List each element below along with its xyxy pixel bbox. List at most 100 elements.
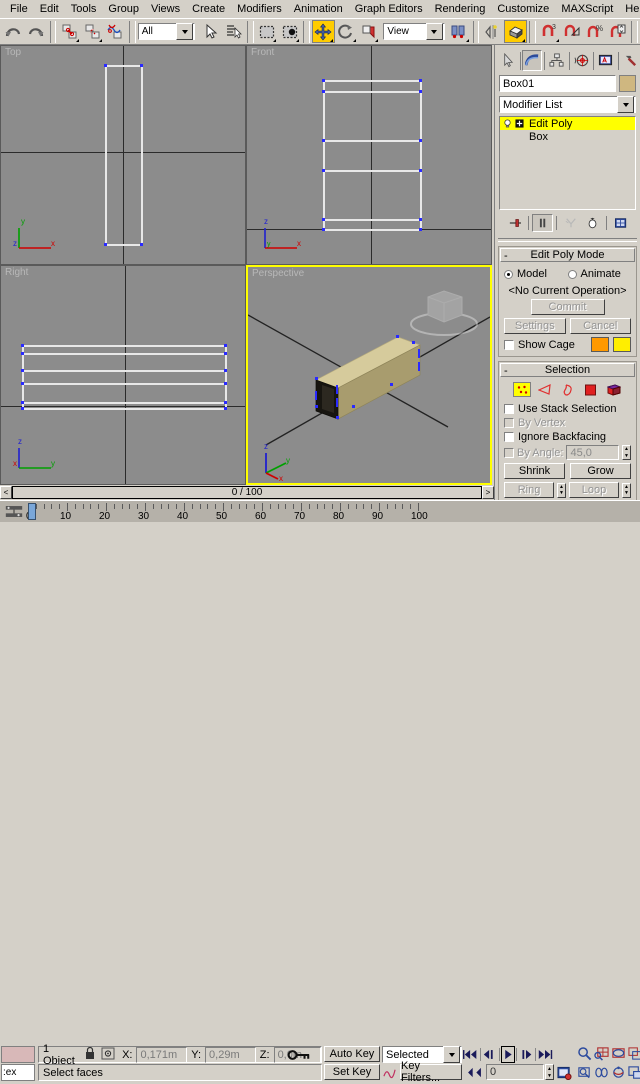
tab-create[interactable] xyxy=(498,50,518,71)
shrink-button[interactable]: Shrink xyxy=(504,463,565,479)
previous-frame-button[interactable] xyxy=(482,1046,498,1063)
mirror-button[interactable] xyxy=(481,20,504,43)
maximize-viewport-button[interactable] xyxy=(626,1064,640,1081)
menu-edit[interactable]: Edit xyxy=(34,2,65,16)
select-by-name-button[interactable] xyxy=(222,20,245,43)
undo-button[interactable] xyxy=(2,20,25,43)
show-cage-checkbox[interactable] xyxy=(504,340,514,350)
cage-color-swatch-1[interactable] xyxy=(591,337,609,352)
animate-radio-row[interactable]: Animate xyxy=(568,268,632,280)
chevron-down-icon[interactable] xyxy=(617,96,634,113)
time-cursor[interactable] xyxy=(28,503,36,520)
menu-maxscript[interactable]: MAXScript xyxy=(555,2,619,16)
menu-views[interactable]: Views xyxy=(145,2,186,16)
by-angle-spinner[interactable]: ▲▼ xyxy=(622,445,631,460)
cage-color-swatch-2[interactable] xyxy=(613,337,631,352)
go-to-start-button[interactable] xyxy=(463,1046,479,1063)
y-coord-field[interactable]: 0,29m xyxy=(205,1047,256,1063)
menu-group[interactable]: Group xyxy=(102,2,145,16)
menu-animation[interactable]: Animation xyxy=(288,2,349,16)
bind-to-space-warp-button[interactable] xyxy=(104,20,127,43)
modifier-list-combo[interactable]: Modifier List xyxy=(499,96,636,113)
use-stack-selection-checkbox[interactable] xyxy=(504,404,514,414)
loop-spinner[interactable]: ▲▼ xyxy=(622,483,631,498)
go-to-end-button[interactable] xyxy=(537,1046,553,1063)
absolute-relative-key-icon[interactable] xyxy=(285,1046,313,1063)
open-mini-curve-editor-button[interactable] xyxy=(2,502,26,521)
maxscript-mini-listener-input[interactable]: :ex xyxy=(1,1064,35,1081)
current-frame-field[interactable]: 0 xyxy=(486,1064,544,1080)
sub-object-element-button[interactable] xyxy=(605,382,623,397)
x-coord-field[interactable]: 0,171m xyxy=(136,1047,187,1063)
sub-object-border-button[interactable] xyxy=(559,382,577,397)
model-radio-row[interactable]: Model xyxy=(504,268,568,280)
time-configuration-button[interactable] xyxy=(556,1064,573,1081)
use-center-flyout-button[interactable] xyxy=(448,20,471,43)
menu-rendering[interactable]: Rendering xyxy=(429,2,492,16)
object-name-input[interactable]: Box01 xyxy=(499,75,616,92)
reference-coordinate-system-combo[interactable]: View xyxy=(383,23,444,40)
viewport-front[interactable]: Front z x y xyxy=(246,45,492,265)
loop-button[interactable]: Loop xyxy=(569,482,619,498)
commit-button[interactable]: Commit xyxy=(531,299,605,315)
tab-modify[interactable] xyxy=(522,50,542,71)
align-button[interactable] xyxy=(504,20,527,43)
menu-create[interactable]: Create xyxy=(186,2,231,16)
show-end-result-button[interactable] xyxy=(532,214,553,232)
viewport-right[interactable]: Right z y x xyxy=(0,265,246,485)
rollout-header-selection[interactable]: - Selection xyxy=(500,363,635,377)
select-and-link-button[interactable] xyxy=(58,20,81,43)
next-frame-button[interactable] xyxy=(518,1046,534,1063)
set-key-filters-curve-icon[interactable] xyxy=(382,1064,396,1080)
angle-snap-toggle-button[interactable] xyxy=(561,20,584,43)
next-frame-arrow[interactable]: > xyxy=(482,486,494,499)
spinner-snap-toggle-button[interactable] xyxy=(606,20,629,43)
grow-button[interactable]: Grow xyxy=(570,463,631,479)
collapse-icon[interactable]: - xyxy=(504,365,508,377)
auto-key-button[interactable]: Auto Key xyxy=(324,1046,380,1062)
maxscript-mini-listener-output[interactable] xyxy=(1,1046,35,1063)
stack-item-edit-poly[interactable]: Edit Poly xyxy=(500,117,635,130)
tab-display[interactable] xyxy=(596,50,616,71)
set-key-button[interactable]: Set Key xyxy=(324,1064,380,1080)
model-radio[interactable] xyxy=(504,270,513,279)
cancel-button[interactable]: Cancel xyxy=(570,318,632,334)
key-mode-combo[interactable]: Selected xyxy=(382,1046,462,1063)
menu-graph-editors[interactable]: Graph Editors xyxy=(349,2,429,16)
sub-object-polygon-button[interactable] xyxy=(582,382,600,397)
selection-lock-toggle[interactable] xyxy=(85,1047,95,1063)
ignore-backfacing-checkbox[interactable] xyxy=(504,432,514,442)
chevron-down-icon[interactable] xyxy=(176,23,193,40)
configure-modifier-sets-button[interactable] xyxy=(610,214,631,232)
stack-item-box[interactable]: Box xyxy=(500,130,635,143)
sub-object-edge-button[interactable] xyxy=(536,382,554,397)
key-mode-toggle-button[interactable] xyxy=(463,1064,485,1081)
time-slider[interactable]: 0 / 100 xyxy=(12,486,482,499)
pin-stack-button[interactable] xyxy=(504,214,525,232)
animate-radio[interactable] xyxy=(568,270,577,279)
menu-customize[interactable]: Customize xyxy=(491,2,555,16)
percent-snap-toggle-button[interactable]: % xyxy=(583,20,606,43)
play-animation-button[interactable] xyxy=(501,1046,516,1063)
select-and-scale-button[interactable] xyxy=(358,20,381,43)
zoom-extents-all-button[interactable] xyxy=(626,1045,640,1062)
redo-button[interactable] xyxy=(25,20,48,43)
make-unique-button[interactable] xyxy=(560,214,581,232)
tab-motion[interactable] xyxy=(571,50,591,71)
tab-utilities[interactable] xyxy=(620,50,640,71)
modifier-stack[interactable]: Edit Poly Box xyxy=(499,116,636,210)
select-and-rotate-button[interactable] xyxy=(335,20,358,43)
transform-type-in-toggle[interactable] xyxy=(101,1046,115,1063)
track-bar[interactable]: 0102030405060708090100 xyxy=(0,500,640,522)
by-vertex-checkbox[interactable] xyxy=(504,418,514,428)
ring-button[interactable]: Ring xyxy=(504,482,554,498)
snaps-toggle-button[interactable]: 3 xyxy=(538,20,561,43)
viewport-perspective[interactable]: Perspective xyxy=(246,265,492,485)
selection-filter-combo[interactable]: All xyxy=(138,23,195,40)
object-color-swatch[interactable] xyxy=(619,75,636,92)
select-object-button[interactable] xyxy=(199,20,222,43)
prev-frame-arrow[interactable]: < xyxy=(0,486,12,499)
ring-spinner[interactable]: ▲▼ xyxy=(557,483,566,498)
menu-help[interactable]: Help xyxy=(619,2,640,16)
remove-modifier-button[interactable] xyxy=(582,214,603,232)
